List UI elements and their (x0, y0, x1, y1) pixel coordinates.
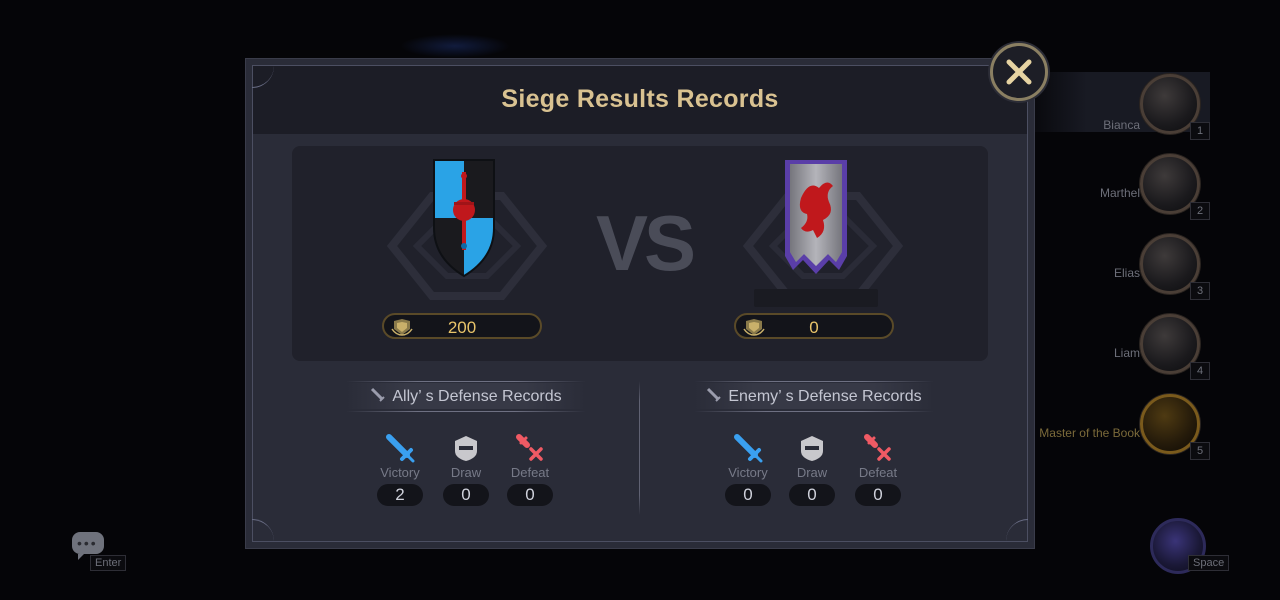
ally-guild-shield-icon[interactable] (432, 158, 496, 278)
party-member-3[interactable]: Elias 3 (1020, 234, 1210, 300)
party-slot-number: 5 (1190, 442, 1210, 460)
enemy-records-header: Enemy’ s Defense Records (664, 381, 964, 412)
draw-count: 0 (789, 484, 835, 506)
party-list: Bianca 1 Marthel 2 Elias 3 Liam 4 Master… (1020, 0, 1280, 600)
chat-icon: ••• (72, 532, 104, 560)
victory-label: Victory (728, 465, 768, 480)
ally-victory-stat: Victory 2 (370, 433, 430, 506)
background-glow (400, 34, 510, 58)
shield-block-icon (801, 436, 823, 461)
close-icon (1006, 59, 1032, 85)
vs-label: VS (596, 199, 696, 287)
defeat-count: 0 (507, 484, 553, 506)
ally-records-header: Ally’ s Defense Records (316, 381, 616, 412)
party-member-name: Liam (1113, 346, 1140, 360)
draw-label: Draw (450, 465, 482, 480)
victory-label: Victory (380, 465, 420, 480)
victory-count: 2 (377, 484, 423, 506)
party-member-4[interactable]: Liam 4 (1020, 314, 1210, 380)
defeat-count: 0 (855, 484, 901, 506)
enemy-records-title: Enemy’ s Defense Records (728, 388, 922, 405)
ally-defeat-stat: Defeat 0 (500, 433, 560, 506)
modal-title: Siege Results Records (501, 85, 779, 113)
enemy-score-pill: 0 (734, 313, 894, 339)
ally-score-value: 200 (447, 318, 477, 337)
ally-defense-records: Ally’ s Defense Records Victory 2 Draw 0… (316, 381, 616, 506)
ally-draw-stat: Draw 0 (436, 433, 496, 506)
draw-label: Draw (796, 465, 828, 480)
party-member-name: Bianca (1103, 118, 1140, 132)
party-slot-number: 2 (1190, 202, 1210, 220)
broken-sword-icon (516, 434, 543, 461)
party-slot-number: 1 (1190, 122, 1210, 140)
sword-icon (371, 387, 386, 402)
defeat-label: Defeat (858, 465, 898, 480)
close-button[interactable] (990, 43, 1048, 101)
siege-results-modal: Siege Results Records VS 200 0 Ally’ s D… (246, 59, 1034, 548)
party-member-1[interactable]: Bianca 1 (1020, 72, 1210, 140)
enemy-score-value: 0 (809, 318, 819, 337)
enemy-guild-name (754, 289, 878, 307)
draw-count: 0 (443, 484, 489, 506)
party-member-2[interactable]: Marthel 2 (1020, 154, 1210, 220)
ally-records-title: Ally’ s Defense Records (392, 388, 562, 405)
enemy-victory-stat: Victory 0 (718, 433, 778, 506)
sword-icon (707, 387, 722, 402)
party-member-name: Elias (1113, 266, 1140, 280)
versus-panel: VS 200 0 (292, 146, 988, 361)
party-slot-number: 4 (1190, 362, 1210, 380)
skill-hotkey: Space (1188, 555, 1230, 571)
victory-count: 0 (725, 484, 771, 506)
ally-score-pill: 200 (382, 313, 542, 339)
defeat-label: Defeat (510, 465, 550, 480)
broken-sword-icon (864, 434, 891, 461)
sword-icon (734, 434, 763, 463)
records-divider (639, 381, 640, 515)
party-member-name: Master of the Book (1039, 426, 1140, 440)
chat-hotkey: Enter (90, 555, 127, 571)
enemy-draw-stat: Draw 0 (782, 433, 842, 506)
enemy-defeat-stat: Defeat 0 (848, 433, 908, 506)
party-slot-number: 3 (1190, 282, 1210, 300)
sword-icon (386, 434, 415, 463)
enemy-guild-banner-icon[interactable] (783, 158, 849, 276)
shield-block-icon (455, 436, 477, 461)
enemy-defense-records: Enemy’ s Defense Records Victory 0 Draw … (664, 381, 964, 506)
party-member-5[interactable]: Master of the Book 5 (1020, 394, 1210, 460)
party-member-name: Marthel (1099, 186, 1140, 200)
